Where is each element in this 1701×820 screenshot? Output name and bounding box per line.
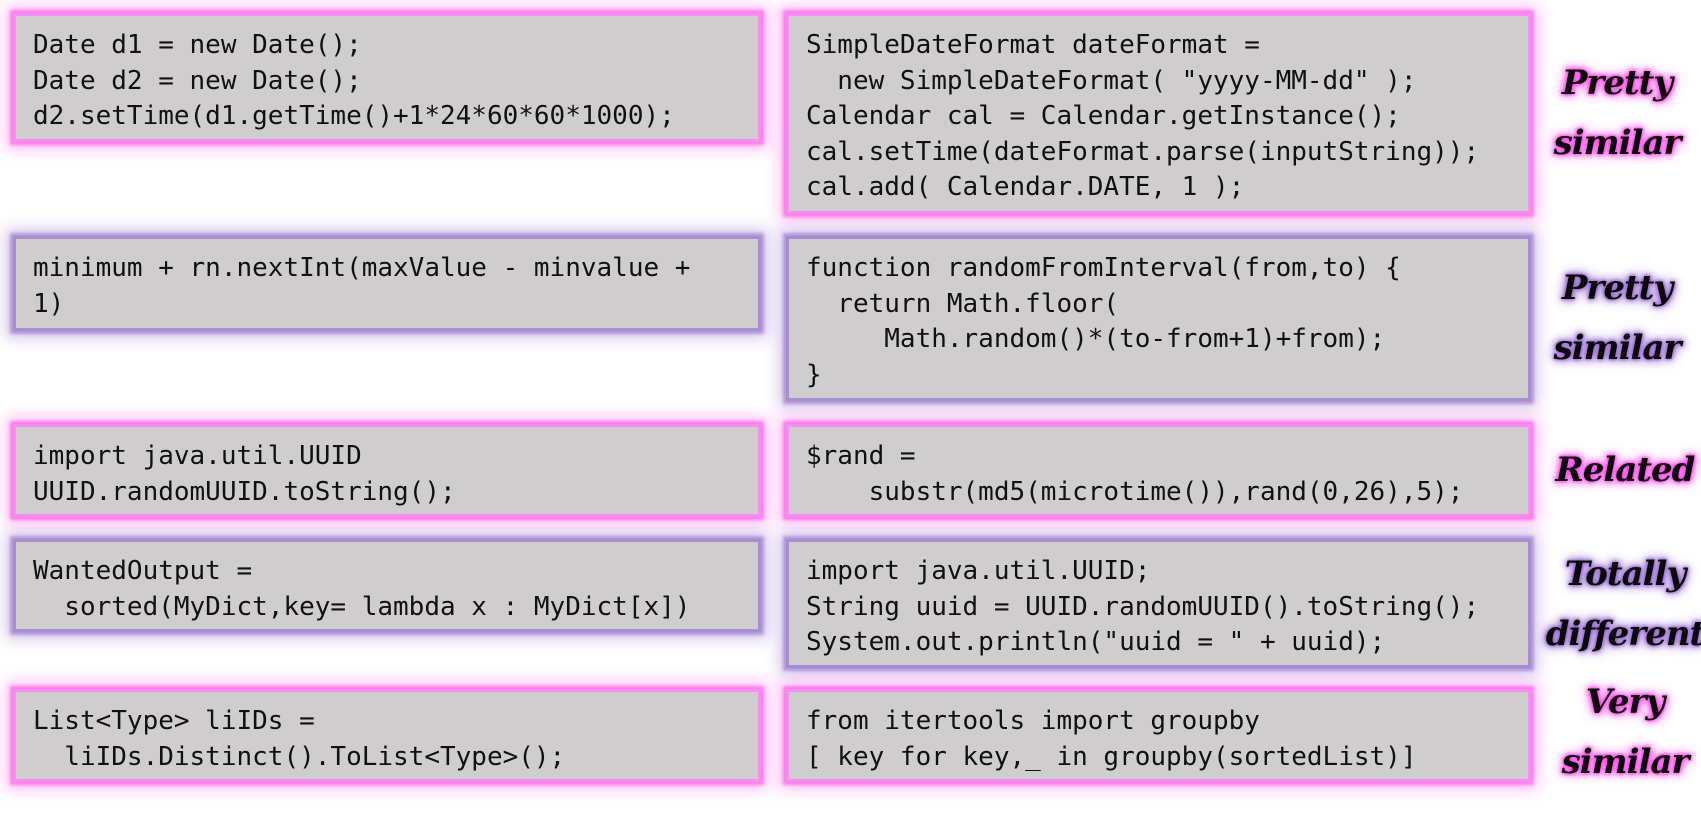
code-snippet-right-3: $rand = substr(md5(microtime()),rand(0,2… xyxy=(786,424,1531,517)
code-line: SimpleDateFormat dateFormat = xyxy=(806,30,1260,60)
code-line: cal.add( Calendar.DATE, 1 ); xyxy=(806,172,1245,202)
verdict-word: different xyxy=(1545,614,1701,654)
verdict-word: Totally xyxy=(1564,554,1686,594)
code-line: $rand = xyxy=(806,441,916,471)
code-line: Calendar cal = Calendar.getInstance(); xyxy=(806,101,1401,131)
code-snippet-right-4: import java.util.UUID; String uuid = UUID… xyxy=(786,539,1531,668)
code-snippet-left-4: WantedOutput = sorted(MyDict,key= lambda… xyxy=(13,539,761,632)
code-line: [ key for key,_ in groupby(sortedList)] xyxy=(806,741,1417,772)
verdict-word: similar xyxy=(1553,123,1682,163)
verdict-word: Very xyxy=(1585,682,1666,722)
verdict-word: similar xyxy=(1561,742,1690,782)
verdict-word: Pretty xyxy=(1561,63,1673,103)
code-line: WantedOutput = xyxy=(33,556,253,586)
code-line: new SimpleDateFormat( "yyyy-MM-dd" ); xyxy=(806,65,1417,96)
code-line: minimum + rn.nextInt(maxValue - minvalue… xyxy=(33,253,691,283)
code-snippet-left-5: List<Type> liIDs = liIDs.Distinct().ToLi… xyxy=(13,689,761,782)
verdict-word: similar xyxy=(1553,328,1682,368)
code-line: 1) xyxy=(33,288,65,319)
code-line: from itertools import groupby xyxy=(806,706,1260,736)
code-line: import java.util.UUID xyxy=(33,441,362,471)
code-line: d2.setTime(d1.getTime()+1*24*60*60*1000)… xyxy=(33,101,675,131)
code-line: return Math.floor( xyxy=(806,288,1120,319)
code-snippet-left-1: Date d1 = new Date(); Date d2 = new Date(… xyxy=(13,13,761,142)
code-line: Date d2 = new Date(); xyxy=(33,65,362,96)
similarity-verdict-1: Pretty similar xyxy=(1537,53,1697,173)
code-line: Math.random()*(to-from+1)+from); xyxy=(806,324,1386,354)
similarity-verdict-2: Pretty similar xyxy=(1537,258,1697,378)
code-line: List<Type> liIDs = xyxy=(33,706,315,736)
similarity-verdict-4: Totally different xyxy=(1545,544,1701,664)
code-snippet-right-2: function randomFromInterval(from,to) { r… xyxy=(786,236,1531,401)
code-line: liIDs.Distinct().ToList<Type>(); xyxy=(33,741,566,772)
code-line: import java.util.UUID; xyxy=(806,556,1151,586)
verdict-word: Pretty xyxy=(1561,268,1673,308)
verdict-word: Related xyxy=(1555,450,1696,490)
code-line: } xyxy=(806,359,822,390)
code-snippet-right-5: from itertools import groupby [ key for k… xyxy=(786,689,1531,782)
code-snippet-right-1: SimpleDateFormat dateFormat = new Simple… xyxy=(786,13,1531,214)
code-line: function randomFromInterval(from,to) { xyxy=(806,253,1401,283)
code-line: UUID.randomUUID.toString(); xyxy=(33,476,456,507)
code-line: String uuid = UUID.randomUUID().toString… xyxy=(806,591,1480,622)
code-line: cal.setTime(dateFormat.parse(inputString… xyxy=(806,136,1480,167)
similarity-verdict-5: Very similar xyxy=(1545,672,1701,792)
code-line: substr(md5(microtime()),rand(0,26),5); xyxy=(806,476,1464,507)
code-line: Date d1 = new Date(); xyxy=(33,30,362,60)
code-line: sorted(MyDict,key= lambda x : MyDict[x]) xyxy=(33,591,691,622)
similarity-verdict-3: Related xyxy=(1545,440,1701,500)
code-snippet-left-2: minimum + rn.nextInt(maxValue - minvalue… xyxy=(13,236,761,331)
code-line: System.out.println("uuid = " + uuid); xyxy=(806,627,1386,657)
code-snippet-left-3: import java.util.UUID UUID.randomUUID.toS… xyxy=(13,424,761,517)
